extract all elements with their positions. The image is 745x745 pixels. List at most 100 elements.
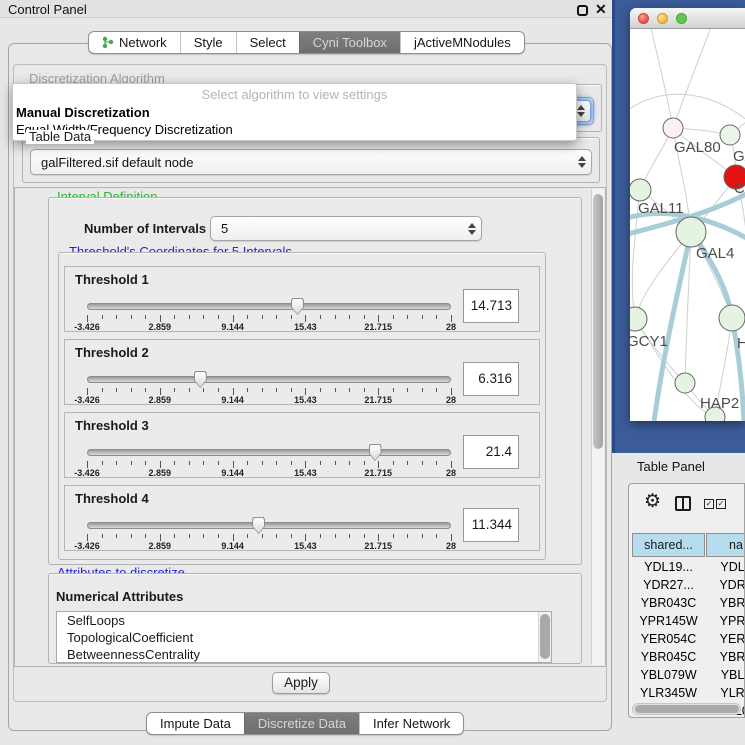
network-node[interactable] — [630, 179, 651, 201]
apply-button[interactable]: Apply — [272, 672, 330, 694]
network-edge[interactable] — [650, 29, 673, 128]
checkbox-icon[interactable]: ✓ — [704, 499, 714, 509]
network-node[interactable] — [720, 125, 740, 145]
tick-mark — [349, 461, 350, 465]
algorithm-prompt-option[interactable]: Select algorithm to view settings — [13, 84, 576, 104]
mode-tab-discretize-data[interactable]: Discretize Data — [244, 713, 359, 734]
slider-track[interactable] — [87, 449, 451, 456]
threshold-slider[interactable]: -3.4262.8599.14415.4321.71528 — [87, 520, 451, 552]
tab-jactivemnodules[interactable]: jActiveMNodules — [400, 32, 524, 53]
table-cell[interactable]: YLR3 — [706, 684, 745, 702]
tick-label: 9.144 — [221, 322, 244, 332]
numerical-attributes-list[interactable]: SelfLoopsTopologicalCoefficientBetweenne… — [56, 611, 552, 663]
algorithm-option-manual[interactable]: Manual Discretization — [13, 104, 576, 121]
table-cell[interactable]: YBR0 — [706, 648, 745, 666]
tick-mark — [145, 388, 146, 392]
table-panel: ⚙ ✓ ✓ shared...na YDL19...YDL1YDR27...YD… — [628, 483, 745, 718]
table-cell[interactable]: YBR043C — [632, 594, 705, 612]
slider-thumb[interactable] — [291, 298, 304, 315]
network-window-titlebar[interactable] — [630, 8, 745, 29]
table-cell[interactable]: YPR1 — [706, 612, 745, 630]
network-node[interactable] — [675, 373, 695, 393]
stepper-down-icon — [577, 112, 585, 117]
minimize-traffic-light-icon[interactable] — [657, 13, 668, 24]
threshold-slider[interactable]: -3.4262.8599.14415.4321.71528 — [87, 301, 451, 333]
number-of-intervals-combobox[interactable]: 5 — [210, 216, 482, 241]
network-edge[interactable] — [673, 29, 712, 128]
threshold-value-field[interactable]: 11.344 — [463, 508, 519, 542]
network-node[interactable] — [719, 305, 745, 331]
network-node[interactable] — [663, 118, 683, 138]
network-view-window[interactable]: GAL80GACGAL11GAL4GCY1HHAP2 — [630, 8, 745, 421]
checkbox-icon[interactable]: ✓ — [716, 499, 726, 509]
network-icon — [102, 36, 114, 49]
network-edge[interactable] — [630, 94, 745, 121]
tab-select[interactable]: Select — [236, 32, 299, 53]
table-cell[interactable]: YPR145W — [632, 612, 705, 630]
table-cell[interactable]: YBL0 — [706, 666, 745, 684]
tab-cyni-toolbox[interactable]: Cyni Toolbox — [299, 32, 400, 53]
table-cell[interactable]: YDL19... — [632, 558, 705, 576]
number-of-intervals-stepper[interactable] — [463, 223, 481, 235]
horizontal-scrollbar[interactable] — [632, 703, 741, 715]
table-cell[interactable]: YER054C — [632, 630, 705, 648]
slider-track[interactable] — [87, 303, 451, 310]
gear-icon[interactable]: ⚙ — [644, 492, 661, 511]
table-cell[interactable]: YDR2 — [706, 576, 745, 594]
slider-track[interactable] — [87, 522, 451, 529]
zoom-traffic-light-icon[interactable] — [676, 13, 687, 24]
vertical-scrollbar[interactable] — [591, 189, 604, 665]
split-columns-icon[interactable] — [675, 496, 691, 511]
list-item[interactable]: SelfLoops — [57, 612, 551, 629]
table-cell[interactable]: YLR345W — [632, 684, 705, 702]
tick-label: 2.859 — [149, 322, 172, 332]
horizontal-scrollbar-thumb[interactable] — [635, 705, 739, 713]
tab-label: Network — [119, 32, 167, 53]
tick-label: -3.426 — [74, 541, 100, 551]
tab-style[interactable]: Style — [180, 32, 236, 53]
tab-network[interactable]: Network — [89, 32, 180, 53]
network-canvas[interactable]: GAL80GACGAL11GAL4GCY1HHAP2 — [630, 29, 745, 421]
tick-label: 21.715 — [364, 541, 392, 551]
close-traffic-light-icon[interactable] — [638, 13, 649, 24]
table-cell[interactable]: YDR27... — [632, 576, 705, 594]
list-item[interactable]: BetweennessCentrality — [57, 646, 551, 663]
network-node[interactable] — [676, 217, 706, 247]
close-icon[interactable]: ✕ — [595, 1, 607, 18]
tick-label: 28 — [446, 468, 456, 478]
threshold-value-field[interactable]: 6.316 — [463, 362, 519, 396]
list-item[interactable]: TopologicalCoefficient — [57, 629, 551, 646]
tick-mark — [233, 534, 234, 541]
list-scrollbar[interactable] — [538, 612, 551, 662]
tick-mark — [393, 315, 394, 319]
list-scrollbar-thumb[interactable] — [540, 614, 550, 659]
table-cell[interactable]: YBL079W — [632, 666, 705, 684]
threshold-slider[interactable]: -3.4262.8599.14415.4321.71528 — [87, 374, 451, 406]
column-header[interactable]: shared... — [632, 533, 705, 557]
slider-track[interactable] — [87, 376, 451, 383]
mode-tab-impute-data[interactable]: Impute Data — [147, 713, 244, 734]
table-data-stepper[interactable] — [573, 156, 591, 168]
vertical-scrollbar-thumb[interactable] — [593, 194, 603, 449]
table-cell[interactable]: YBR0 — [706, 594, 745, 612]
slider-thumb[interactable] — [194, 371, 207, 388]
slider-thumb[interactable] — [252, 517, 265, 534]
table-cell[interactable]: YDL1 — [706, 558, 745, 576]
tick-mark — [131, 534, 132, 538]
table-data-combobox[interactable]: galFiltered.sif default node — [30, 149, 592, 175]
stepper-down-icon — [578, 163, 586, 168]
network-node[interactable] — [630, 307, 647, 331]
float-window-icon[interactable] — [577, 5, 588, 16]
threshold-value-field[interactable]: 14.713 — [463, 289, 519, 323]
slider-thumb[interactable] — [369, 444, 382, 461]
tick-mark — [203, 315, 204, 319]
tick-mark — [102, 315, 103, 319]
mode-tab-infer-network[interactable]: Infer Network — [359, 713, 463, 734]
algorithm-option-equal-width[interactable]: Equal Width/Frequency Discretization — [13, 121, 576, 138]
table-cell[interactable]: YER0 — [706, 630, 745, 648]
threshold-value-field[interactable]: 21.4 — [463, 435, 519, 469]
column-header[interactable]: na — [706, 533, 745, 557]
tick-mark — [174, 315, 175, 319]
table-cell[interactable]: YBR045C — [632, 648, 705, 666]
threshold-slider[interactable]: -3.4262.8599.14415.4321.71528 — [87, 447, 451, 479]
